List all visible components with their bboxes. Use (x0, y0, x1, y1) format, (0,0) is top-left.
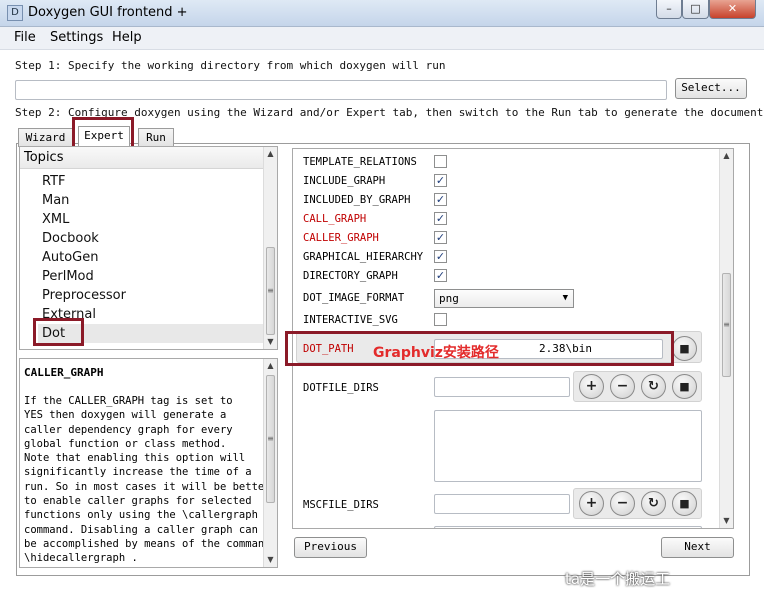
topic-item-man[interactable]: Man (42, 193, 69, 208)
scroll-thumb[interactable]: ≡ (266, 375, 275, 503)
option-label: CALLER_GRAPH (303, 232, 379, 244)
folder-icon[interactable]: ■ (672, 491, 697, 516)
scroll-up-icon[interactable]: ▲ (264, 147, 277, 161)
scroll-up-icon[interactable]: ▲ (720, 149, 733, 163)
option-label: CALL_GRAPH (303, 213, 367, 225)
included-by-graph-checkbox[interactable]: ✓ (434, 193, 447, 206)
menu-file[interactable]: File (14, 30, 36, 45)
menu-help[interactable]: Help (112, 30, 142, 45)
minimize-button[interactable]: – (656, 0, 682, 19)
topics-header: Topics (20, 147, 263, 169)
folder-icon[interactable]: ■ (672, 336, 697, 361)
remove-icon[interactable]: − (610, 374, 635, 399)
scroll-down-icon[interactable]: ▼ (720, 514, 733, 528)
step1-instructions: Step 1: Specify the working directory fr… (15, 59, 446, 72)
option-label: GRAPHICAL_HIERARCHY (303, 251, 424, 263)
window-title: Doxygen GUI frontend + (28, 5, 188, 20)
next-button[interactable]: Next (661, 537, 734, 558)
add-icon[interactable]: + (579, 491, 604, 516)
refresh-icon[interactable]: ↻ (641, 374, 666, 399)
option-label: DIRECTORY_GRAPH (303, 270, 398, 282)
option-label: DOTFILE_DIRS (303, 382, 379, 394)
help-scrollbar[interactable]: ▲ ≡ ▼ (263, 359, 277, 567)
scroll-up-icon[interactable]: ▲ (264, 359, 277, 373)
scroll-thumb[interactable]: ≡ (722, 273, 731, 377)
select-directory-button[interactable]: Select... (675, 78, 747, 99)
app-icon: D (7, 5, 23, 21)
dot-image-format-select[interactable]: png ▼ (434, 289, 574, 308)
menu-bar: File Settings Help (0, 27, 764, 50)
caller-graph-checkbox[interactable]: ✓ (434, 231, 447, 244)
close-button[interactable]: ✕ (709, 0, 756, 19)
directory-graph-checkbox[interactable]: ✓ (434, 269, 447, 282)
graphical-hierarchy-checkbox[interactable]: ✓ (434, 250, 447, 263)
menu-settings[interactable]: Settings (50, 30, 103, 45)
refresh-icon[interactable]: ↻ (641, 491, 666, 516)
tab-wizard[interactable]: Wizard (18, 128, 73, 147)
mscfile-dirs-input[interactable] (434, 494, 570, 514)
remove-icon[interactable]: − (610, 491, 635, 516)
dot-image-format-value: png (439, 292, 459, 305)
maximize-button[interactable]: □ (682, 0, 709, 19)
help-text: If the CALLER_GRAPH tag is set to YES th… (24, 395, 271, 565)
option-label: MSCFILE_DIRS (303, 499, 379, 511)
option-label: INCLUDED_BY_GRAPH (303, 194, 411, 206)
option-label: INTERACTIVE_SVG (303, 314, 398, 326)
previous-button[interactable]: Previous (294, 537, 367, 558)
topic-item-autogen[interactable]: AutoGen (42, 250, 99, 265)
dotfile-dirs-list[interactable] (434, 410, 702, 482)
chevron-down-icon: ▼ (562, 293, 568, 303)
working-directory-input[interactable] (15, 80, 667, 100)
topics-scrollbar[interactable]: ▲ ≡ ▼ (263, 147, 277, 349)
scroll-thumb[interactable]: ≡ (266, 247, 275, 335)
topic-item-perlmod[interactable]: PerlMod (42, 269, 94, 284)
topic-item-xml[interactable]: XML (42, 212, 69, 227)
topic-item-docbook[interactable]: Docbook (42, 231, 99, 246)
option-label: DOT_IMAGE_FORMAT (303, 292, 405, 304)
watermark: ta是一个搬运工 (565, 570, 671, 588)
mscfile-dirs-list[interactable] (434, 526, 702, 528)
scroll-down-icon[interactable]: ▼ (264, 335, 277, 349)
settings-scrollbar[interactable]: ▲ ≡ ▼ (719, 149, 733, 528)
help-title: CALLER_GRAPH (24, 366, 104, 379)
tab-run[interactable]: Run (138, 128, 174, 147)
folder-icon[interactable]: ■ (672, 374, 697, 399)
graphviz-path-annotation: Graphviz安装路径 (373, 345, 499, 361)
dotfile-dirs-input[interactable] (434, 377, 570, 397)
title-bar[interactable]: D Doxygen GUI frontend + – □ ✕ (0, 0, 764, 27)
option-label: TEMPLATE_RELATIONS (303, 156, 417, 168)
dot-topic-highlight (33, 318, 84, 346)
interactive-svg-checkbox[interactable] (434, 313, 447, 326)
add-icon[interactable]: + (579, 374, 604, 399)
call-graph-checkbox[interactable]: ✓ (434, 212, 447, 225)
help-panel: CALLER_GRAPH If the CALLER_GRAPH tag is … (19, 358, 278, 568)
scroll-down-icon[interactable]: ▼ (264, 553, 277, 567)
topic-item-rtf[interactable]: RTF (42, 174, 66, 189)
topic-item-preprocessor[interactable]: Preprocessor (42, 288, 126, 303)
include-graph-checkbox[interactable]: ✓ (434, 174, 447, 187)
template-relations-checkbox[interactable] (434, 155, 447, 168)
option-label: INCLUDE_GRAPH (303, 175, 386, 187)
